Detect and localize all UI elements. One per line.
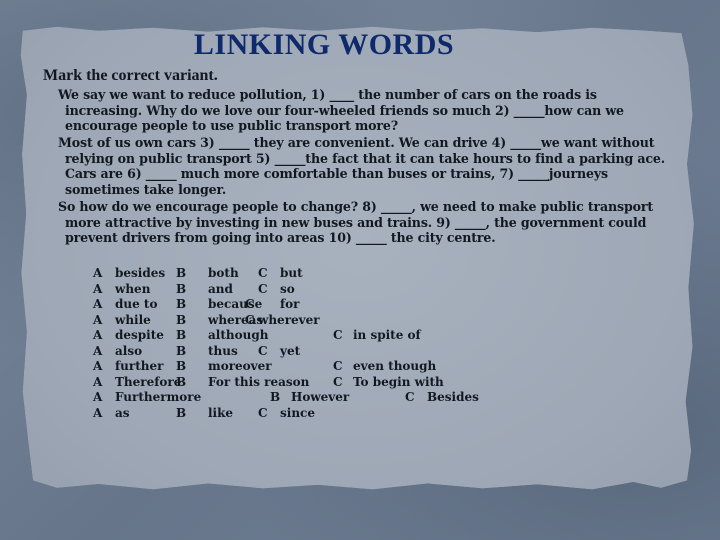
instruction-text: Mark the correct variant. — [43, 67, 218, 84]
option-c: Besides — [427, 390, 479, 404]
option-b: thus — [208, 343, 238, 358]
option-a-letter: A — [93, 359, 103, 373]
option-b: moreover — [208, 359, 272, 373]
option-b-letter: B — [176, 297, 187, 311]
option-b-letter: B — [176, 312, 187, 327]
option-c-letter: C — [245, 297, 255, 311]
page-title: LINKING WORDS — [0, 28, 720, 62]
option-a-letter: A — [93, 374, 103, 389]
option-a: when — [115, 281, 151, 296]
option-b-letter: B — [176, 266, 187, 280]
option-a: due to — [115, 297, 158, 311]
paragraph-line: sometimes take longer. — [65, 181, 227, 197]
option-c: since — [280, 405, 315, 420]
option-a-letter: A — [93, 266, 103, 280]
paragraph-line: more attractive by investing in new buse… — [65, 214, 647, 230]
option-c-letter: C — [258, 405, 268, 420]
option-c-letter: C — [258, 266, 268, 280]
option-c-letter: C — [258, 343, 268, 358]
paragraph-1: We say we want to reduce pollution, 1) _… — [58, 87, 708, 134]
option-b-letter: B — [270, 390, 281, 404]
option-c: To begin with — [353, 374, 444, 389]
option-a: as — [115, 405, 130, 420]
option-c: for — [280, 297, 300, 311]
option-a: Furthermore — [115, 390, 202, 404]
paragraph-line: So how do we encourage people to change?… — [58, 199, 654, 214]
option-c: yet — [280, 343, 301, 358]
paragraph-2: Most of us own cars 3) _____ they are co… — [58, 135, 708, 197]
option-a-letter: A — [93, 312, 103, 327]
option-a-letter: A — [93, 328, 103, 342]
option-b-letter: B — [176, 343, 187, 358]
option-b: although — [208, 328, 269, 342]
paragraph-line: increasing. Why do we love our four-whee… — [65, 102, 624, 118]
option-a: despite — [115, 328, 164, 342]
option-a: also — [115, 343, 143, 358]
option-c: wherever — [258, 312, 320, 327]
option-b-letter: B — [176, 374, 187, 389]
option-a: while — [115, 312, 151, 327]
option-b-letter: B — [176, 359, 187, 373]
option-b-letter: B — [176, 281, 187, 296]
option-a-letter: A — [93, 343, 103, 358]
option-a: besides — [115, 266, 166, 280]
option-c-letter: C — [333, 359, 343, 373]
option-b: However — [291, 390, 350, 404]
paragraph-line: relying on public transport 5) _____the … — [65, 150, 666, 166]
option-c-letter: C — [333, 328, 343, 342]
paragraph-line: prevent drivers from going into areas 10… — [65, 230, 496, 245]
paragraph-line: Most of us own cars 3) _____ they are co… — [58, 135, 655, 150]
option-c: even though — [353, 359, 437, 373]
option-a-letter: A — [93, 405, 103, 420]
option-a-letter: A — [93, 297, 103, 311]
option-c: in spite of — [353, 328, 421, 342]
page-title-text: LINKING WORDS — [193, 28, 455, 61]
option-b: both — [208, 266, 239, 280]
option-c-letter: C — [245, 312, 255, 327]
option-b: and — [208, 281, 233, 296]
paragraph-line: Cars are 6) _____ much more comfortable … — [65, 166, 608, 181]
paragraph-line: encourage people to use public transport… — [65, 118, 398, 133]
option-c: so — [280, 281, 295, 296]
option-a-letter: A — [93, 281, 103, 296]
option-a: Therefore — [115, 374, 182, 389]
option-c-letter: C — [405, 390, 415, 404]
option-a-letter: A — [93, 390, 103, 404]
option-c-letter: C — [258, 281, 268, 296]
paragraph-3: So how do we encourage people to change?… — [58, 199, 708, 246]
option-c-letter: C — [333, 374, 343, 389]
option-b: whereas — [208, 312, 264, 327]
option-b: For this reason — [208, 374, 310, 389]
paragraph-line: We say we want to reduce pollution, 1) _… — [58, 87, 597, 102]
option-c: but — [280, 266, 303, 280]
option-b-letter: B — [176, 328, 187, 342]
option-b-letter: B — [176, 405, 187, 420]
option-b: like — [208, 405, 234, 420]
option-a: further — [115, 359, 164, 373]
